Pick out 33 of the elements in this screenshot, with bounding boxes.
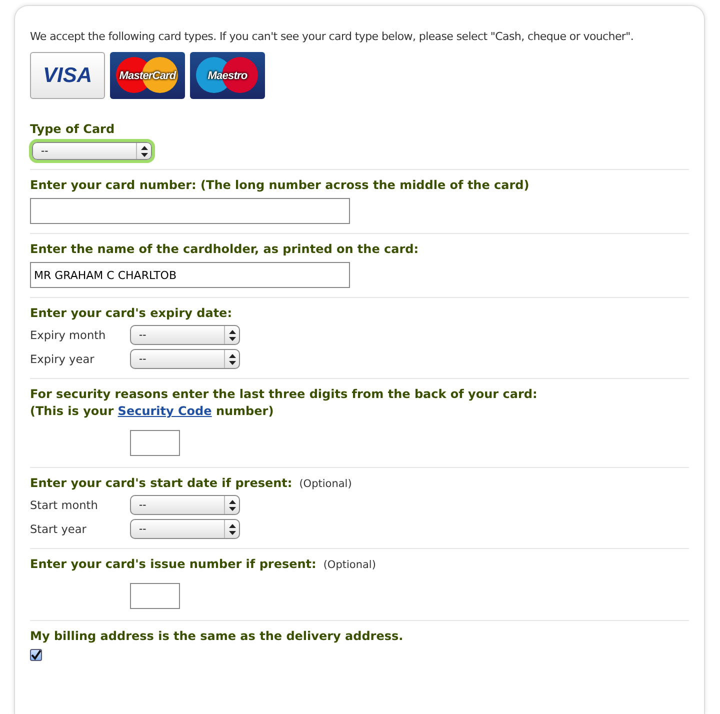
row-label: Start year <box>30 522 88 536</box>
field-label: (This is your Security Code number) <box>30 403 275 420</box>
text-field[interactable]: MR GRAHAM C CHARLTOB <box>30 262 350 288</box>
intro-text: We accept the following card types. If you can't see your card type below, please select "Cash, cheque or voucher". <box>30 30 635 43</box>
short-field[interactable] <box>130 430 180 456</box>
row-label: Start month <box>30 498 99 512</box>
field-label: Enter your card's expiry date: <box>30 305 233 322</box>
text-field[interactable] <box>30 198 350 224</box>
field-label: Type of Card <box>30 121 116 138</box>
field-label: Enter the name of the cardholder, as printed on the card: <box>30 241 420 258</box>
dropdown[interactable]: -- <box>130 519 240 539</box>
updown-icon <box>228 500 236 510</box>
dropdown[interactable]: -- <box>130 325 240 345</box>
updown-icon <box>228 524 236 534</box>
dropdown[interactable]: -- <box>32 142 152 160</box>
optional-note: (Optional) <box>323 559 376 571</box>
visa-logo: VISA <box>30 52 105 99</box>
updown-icon <box>140 146 148 156</box>
row-label: Expiry month <box>30 328 107 342</box>
dropdown[interactable]: -- <box>130 495 240 515</box>
updown-icon <box>228 330 236 340</box>
security-code-link[interactable]: Security Code <box>118 404 212 418</box>
field-label: Enter your card's start date if present: <box>30 475 292 492</box>
updown-icon <box>228 354 236 364</box>
dropdown[interactable]: -- <box>130 349 240 369</box>
field-label: My billing address is the same as the delivery address. <box>30 628 404 645</box>
field-label: Enter your card number: (The long number across the middle of the card) <box>30 177 530 194</box>
row-label: Expiry year <box>30 352 96 366</box>
field-label: Enter your card's issue number if present: <box>30 556 316 573</box>
checkbox[interactable] <box>30 649 42 661</box>
short-field[interactable] <box>130 583 180 609</box>
optional-note: (Optional) <box>299 478 352 490</box>
field-label: For security reasons enter the last three digits from the back of your card: <box>30 386 538 403</box>
